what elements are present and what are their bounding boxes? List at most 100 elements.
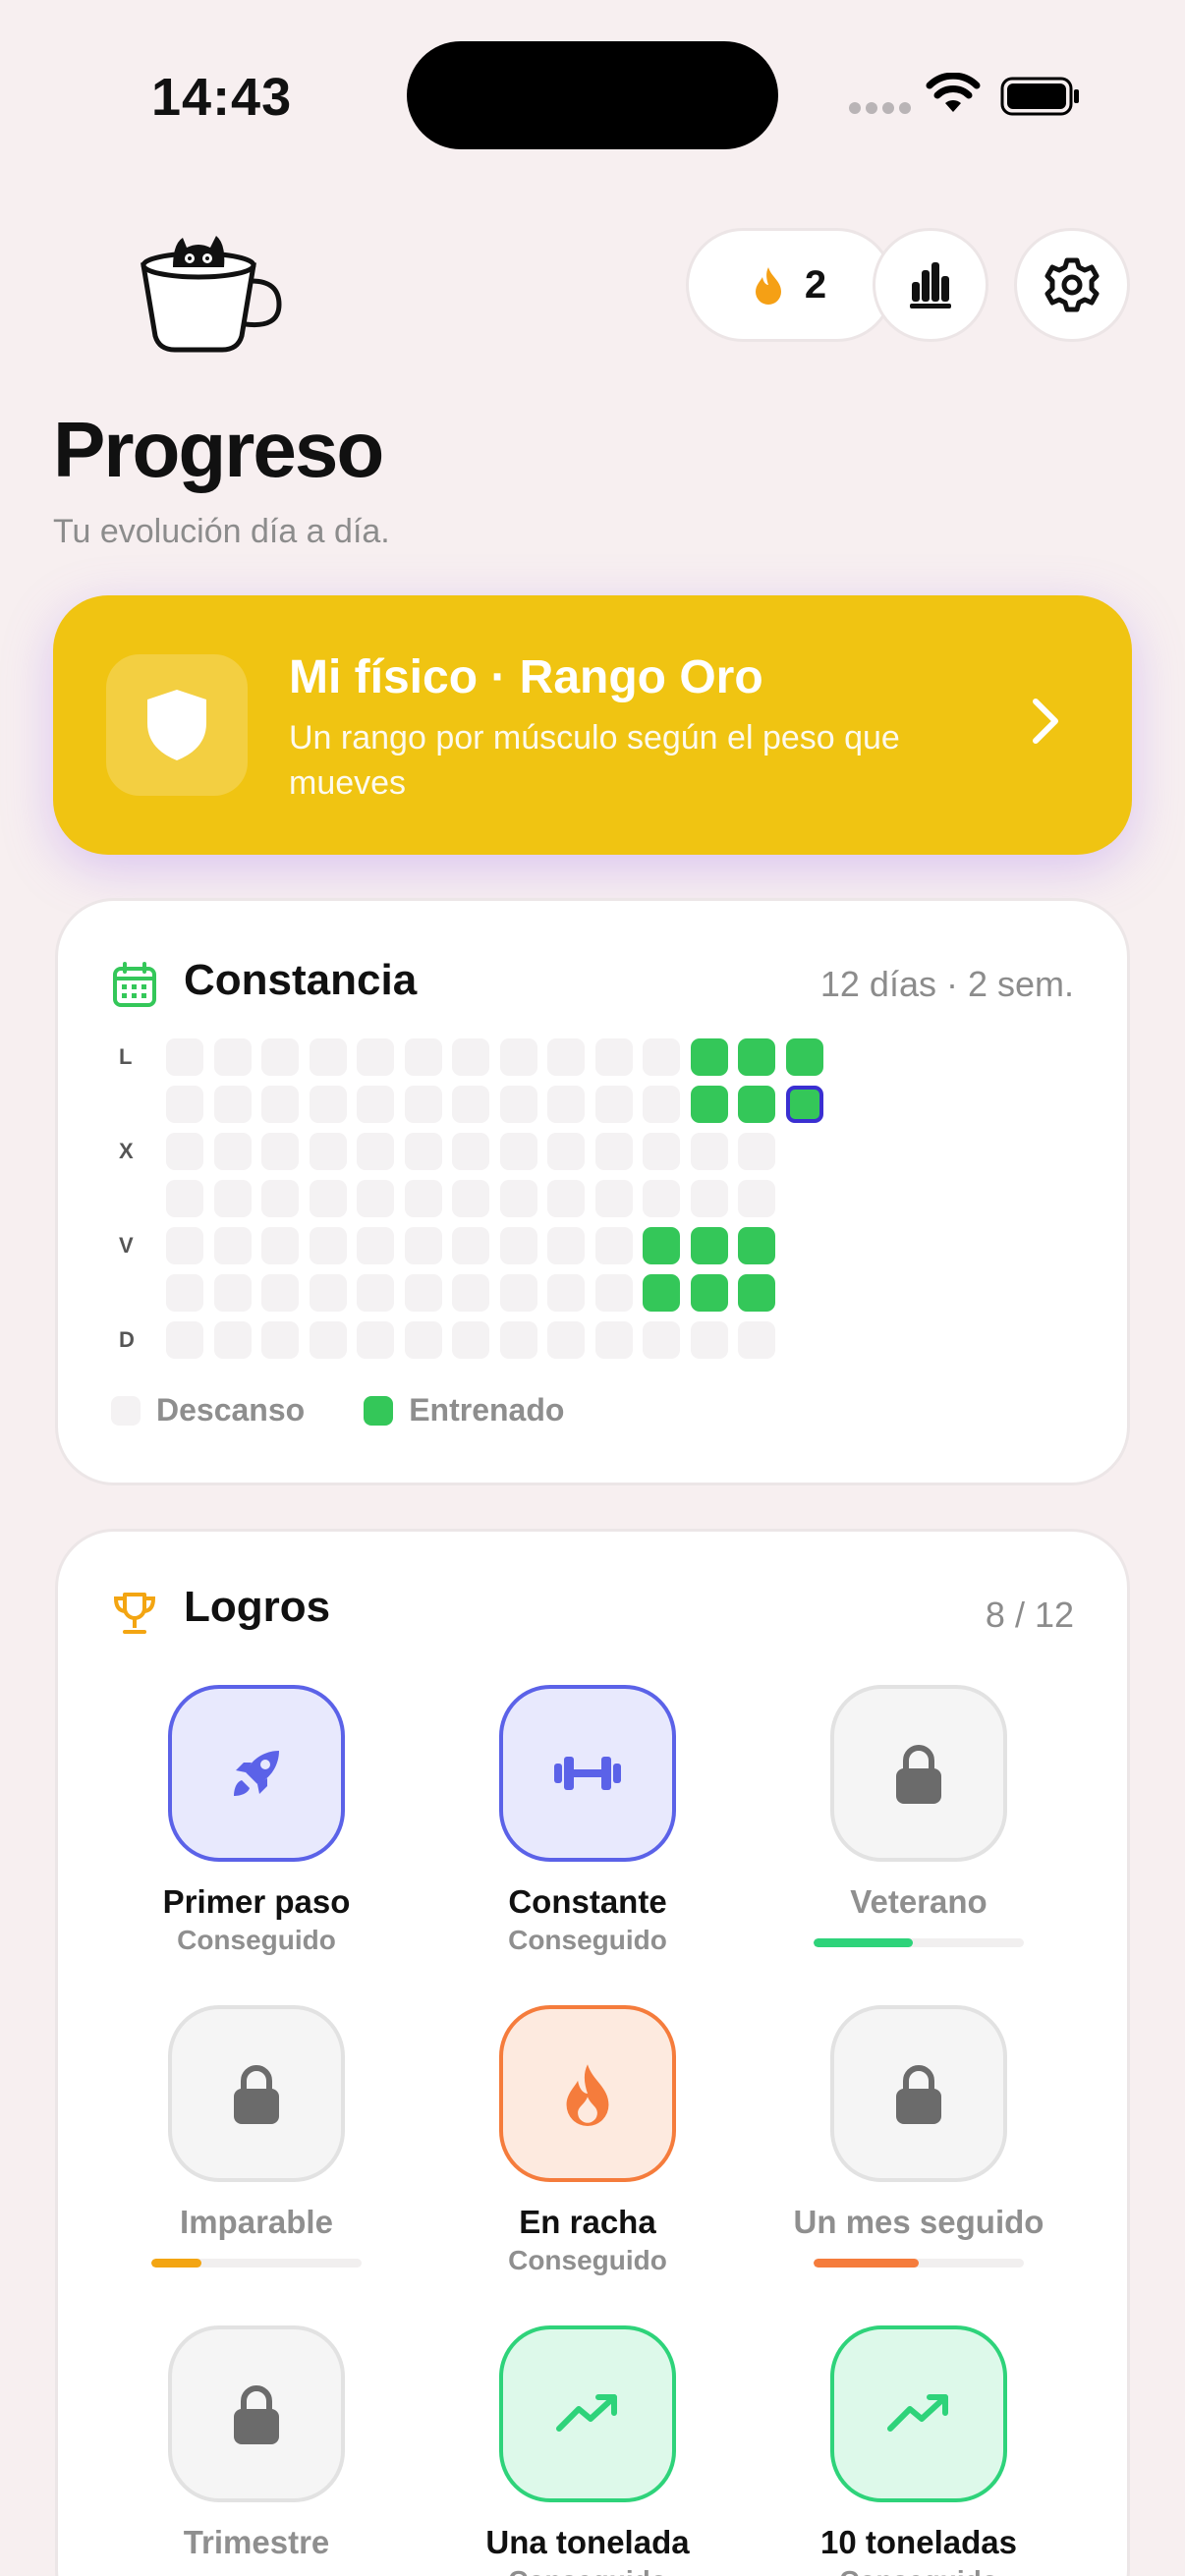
achievement-name: Una tonelada	[485, 2524, 690, 2560]
trend-up-icon	[553, 2389, 622, 2438]
page-subtitle: Tu evolución día a día.	[53, 513, 390, 550]
stats-button[interactable]	[873, 228, 988, 342]
heatmap-day-cell	[404, 1038, 442, 1076]
status-bar: 14:43	[0, 0, 1185, 187]
rank-title: Mi físico · Rango Oro	[289, 651, 763, 703]
heatmap-day-cell	[594, 1038, 633, 1076]
heatmap-day-cell	[404, 1321, 442, 1359]
achievement-progress-bar	[814, 2259, 1024, 2268]
heatmap-day-cell	[357, 1274, 394, 1312]
achievement-badge	[830, 1685, 1007, 1862]
heatmap-day-cell	[690, 1086, 728, 1123]
achievement-name: Veterano	[850, 1883, 988, 1920]
gear-icon	[1044, 257, 1100, 312]
heatmap-day-cell	[309, 1180, 347, 1217]
streak-button[interactable]: 2	[686, 228, 894, 342]
achievement-item[interactable]: Un mes seguido	[752, 2005, 1086, 2268]
achievement-name: Constante	[508, 1883, 667, 1920]
achievements-count: 8 / 12	[985, 1595, 1074, 1635]
consistency-title: Constancia	[184, 956, 418, 1004]
heatmap-day-cell	[166, 1274, 203, 1312]
achievement-item[interactable]: Constante Conseguido	[421, 1685, 755, 1956]
achievements-card: Logros 8 / 12 Primer paso Conseguido Const…	[55, 1529, 1130, 2576]
heatmap-day-cell	[594, 1180, 633, 1217]
heatmap-day-cell	[261, 1086, 299, 1123]
heatmap-day-cell	[213, 1321, 252, 1359]
heatmap-day-cell	[594, 1086, 633, 1123]
heatmap-day-cell	[547, 1180, 585, 1217]
achievement-item[interactable]: Primer paso Conseguido	[89, 1685, 423, 1956]
achievement-badge	[168, 1685, 345, 1862]
heatmap-day-cell	[690, 1274, 728, 1312]
heatmap-day-cell	[452, 1133, 489, 1170]
streak-count: 2	[804, 262, 827, 307]
achievement-item[interactable]: 10 toneladas Conseguido	[752, 2325, 1086, 2576]
achievement-item[interactable]: Veterano	[752, 1685, 1086, 1947]
heatmap-day-cell	[213, 1038, 252, 1076]
achievement-name: 10 toneladas	[820, 2524, 1017, 2560]
heatmap-day-cell	[547, 1227, 585, 1264]
heatmap-legend: Descanso Entrenado	[111, 1392, 564, 1428]
heatmap-day-cell	[499, 1180, 537, 1217]
achievement-badge	[168, 2005, 345, 2182]
achievement-status: Conseguido	[177, 1925, 336, 1955]
heatmap-day-cell	[357, 1086, 394, 1123]
cat-in-cup-logo	[141, 236, 282, 353]
rank-card[interactable]: Mi físico · Rango Oro Un rango por múscu…	[53, 595, 1132, 855]
heatmap-day-cell	[166, 1180, 203, 1217]
achievement-item[interactable]: Una tonelada Conseguido	[421, 2325, 755, 2576]
heatmap-day-cell	[309, 1038, 347, 1076]
dumbbell-icon	[548, 1749, 627, 1798]
achievement-status: Conseguido	[421, 2565, 755, 2576]
achievement-badge	[830, 2005, 1007, 2182]
heatmap-day-cell	[547, 1133, 585, 1170]
heatmap-row-label: V	[119, 1233, 134, 1258]
heatmap-day-cell	[309, 1321, 347, 1359]
trend-up-icon	[884, 2389, 953, 2438]
heatmap-day-cell	[166, 1227, 203, 1264]
heatmap-day-cell	[785, 1038, 823, 1076]
heatmap-day-cell	[738, 1038, 775, 1076]
achievement-name: Trimestre	[183, 2524, 330, 2560]
heatmap-day-cell	[499, 1274, 537, 1312]
achievement-item[interactable]: En racha Conseguido	[421, 2005, 755, 2276]
heatmap-day-cell	[213, 1274, 252, 1312]
consistency-card: Constancia 12 días · 2 sem. L X V D Descans…	[55, 898, 1130, 1485]
heatmap-day-cell	[499, 1038, 537, 1076]
achievement-status: Conseguido	[508, 2245, 667, 2275]
achievement-name: Primer paso	[162, 1883, 351, 1920]
heatmap-day-cell	[643, 1274, 680, 1312]
heatmap-day-cell	[404, 1133, 442, 1170]
achievement-badge	[499, 1685, 676, 1862]
achievement-progress-bar	[814, 1938, 1024, 1947]
heatmap-day-cell	[261, 1274, 299, 1312]
achievement-status: Conseguido	[508, 1925, 667, 1955]
rocket-icon	[222, 1739, 291, 1808]
achievement-name: En racha	[519, 2204, 656, 2240]
heatmap-day-cell	[547, 1321, 585, 1359]
heatmap-day-cell	[452, 1227, 489, 1264]
achievement-item[interactable]: Trimestre	[89, 2325, 423, 2561]
heatmap-day-cell	[261, 1038, 299, 1076]
heatmap-day-cell	[213, 1086, 252, 1123]
achievement-badge	[499, 2325, 676, 2502]
heatmap-row-label: X	[119, 1139, 134, 1163]
heatmap-day-cell	[738, 1086, 775, 1123]
dynamic-island	[407, 41, 778, 149]
heatmap-day-cell	[404, 1274, 442, 1312]
achievement-item[interactable]: Imparable	[89, 2005, 423, 2268]
achievement-badge	[499, 2005, 676, 2182]
achievement-badge	[830, 2325, 1007, 2502]
achievement-name: Imparable	[180, 2204, 333, 2240]
heatmap-day-cell	[690, 1038, 728, 1076]
heatmap-day-cell	[357, 1180, 394, 1217]
settings-button[interactable]	[1014, 228, 1130, 342]
heatmap-day-cell	[166, 1133, 203, 1170]
heatmap-day-cell	[452, 1180, 489, 1217]
achievement-badge	[168, 2325, 345, 2502]
legend-rest-label: Descanso	[156, 1392, 306, 1428]
heatmap-day-cell	[785, 1086, 823, 1123]
heatmap-day-cell	[166, 1038, 203, 1076]
heatmap-day-cell	[357, 1038, 394, 1076]
heatmap-day-cell	[738, 1321, 775, 1359]
